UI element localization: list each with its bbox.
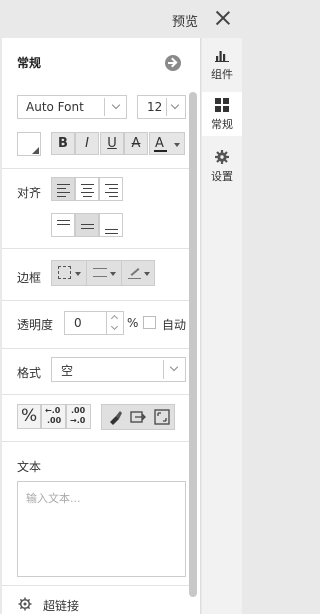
preview-button[interactable]: 预览: [172, 11, 198, 30]
background-color-picker[interactable]: [17, 132, 41, 156]
opacity-label: 透明度: [17, 318, 54, 332]
format-painter-icon[interactable]: [107, 409, 123, 425]
strikethrough-button[interactable]: A: [124, 132, 148, 155]
section-title: 常规: [17, 56, 42, 70]
top-bar: 预览: [0, 0, 242, 38]
caret-down-icon: [174, 143, 180, 147]
chevron-down-icon: [170, 100, 180, 110]
align-label: 对齐: [17, 186, 42, 200]
chevron-down-icon: [169, 362, 179, 372]
bold-button[interactable]: B: [51, 132, 75, 155]
tab-settings[interactable]: 设置: [202, 144, 242, 188]
valign-bottom-button[interactable]: [99, 213, 123, 237]
tab-settings-label: 设置: [211, 170, 233, 183]
text-label: 文本: [17, 460, 42, 474]
format-select[interactable]: 空: [51, 357, 186, 382]
text-input-placeholder: 输入文本...: [26, 492, 81, 505]
align-right-button[interactable]: [99, 177, 123, 201]
border-type-select[interactable]: [52, 261, 86, 285]
arrow-right-circle-icon[interactable]: [165, 55, 181, 71]
font-size-select[interactable]: 12: [137, 95, 186, 119]
align-left-button[interactable]: [51, 177, 75, 201]
right-sidebar: 组件 常规 设置: [202, 38, 242, 614]
vertical-scrollbar[interactable]: [189, 92, 197, 597]
caret-down-icon: [144, 272, 150, 276]
tab-general-label: 常规: [211, 118, 233, 131]
text-color-button[interactable]: A: [149, 132, 185, 155]
border-controls: [51, 260, 155, 286]
border-style-select[interactable]: [87, 261, 121, 285]
hyperlink-label[interactable]: 超链接: [43, 597, 79, 614]
pencil-icon: [130, 268, 140, 276]
line-style-icon: [93, 268, 107, 277]
tab-components[interactable]: 组件: [202, 42, 242, 86]
decrease-decimal-button[interactable]: ←.0 .00: [41, 404, 66, 429]
border-grid-icon: [58, 266, 71, 279]
opacity-stepper[interactable]: 0: [64, 311, 124, 335]
font-size-value: 12: [147, 100, 163, 114]
grid-icon: [215, 98, 229, 112]
fit-cell-icon[interactable]: [154, 409, 170, 425]
valign-middle-button[interactable]: [75, 213, 99, 237]
format-label: 格式: [17, 366, 42, 380]
border-label: 边框: [17, 271, 42, 285]
caret-down-icon: [110, 272, 116, 276]
opacity-unit: %: [127, 316, 139, 330]
stepper-up-icon[interactable]: [110, 314, 119, 323]
percent-button[interactable]: %: [17, 404, 41, 429]
chevron-down-icon: [111, 100, 121, 110]
bar-chart-icon: [215, 51, 229, 62]
font-family-value: Auto Font: [26, 100, 84, 114]
border-color-select[interactable]: [122, 261, 155, 285]
italic-button[interactable]: I: [75, 132, 99, 155]
gear-icon: [18, 597, 32, 611]
corner-triangle-icon: [32, 147, 39, 154]
cell-style-group: [101, 404, 175, 430]
auto-checkbox[interactable]: [143, 316, 156, 329]
caret-down-icon: [75, 272, 81, 276]
align-center-button[interactable]: [75, 177, 99, 201]
tab-general[interactable]: 常规: [202, 92, 242, 136]
gear-icon: [215, 150, 229, 164]
stepper-down-icon[interactable]: [110, 322, 119, 331]
underline-button[interactable]: U: [100, 132, 124, 155]
opacity-value: 0: [74, 316, 82, 330]
tab-components-label: 组件: [211, 68, 233, 81]
auto-label: 自动: [162, 318, 187, 332]
valign-top-button[interactable]: [51, 213, 75, 237]
wrap-text-icon[interactable]: [130, 409, 147, 425]
format-value: 空: [61, 364, 74, 378]
close-icon[interactable]: [213, 8, 233, 28]
font-family-select[interactable]: Auto Font: [17, 95, 127, 119]
text-color-bar: [154, 150, 167, 152]
increase-decimal-button[interactable]: .00 →.0: [66, 404, 91, 429]
